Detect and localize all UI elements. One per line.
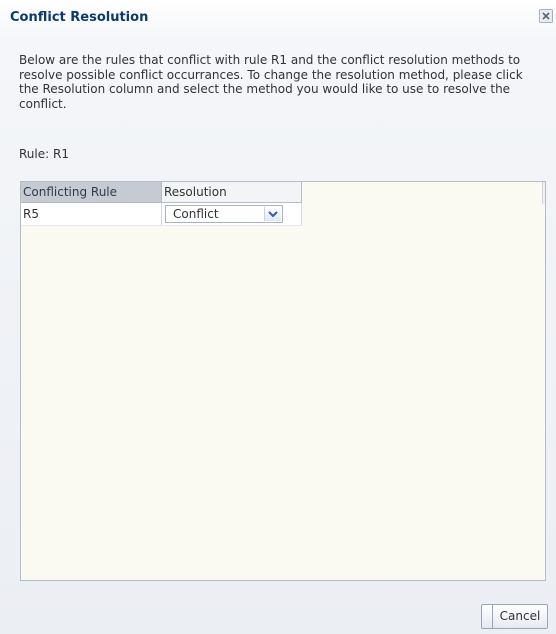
resolution-select[interactable]: Conflict <box>165 205 283 223</box>
dialog-description: Below are the rules that conflict with r… <box>19 53 523 111</box>
resolution-selected-value: Conflict <box>173 207 219 221</box>
vertical-scrollbar[interactable] <box>542 182 545 204</box>
column-header-resolution[interactable]: Resolution <box>161 182 302 203</box>
close-button[interactable] <box>539 8 553 23</box>
conflict-resolution-dialog: Conflict Resolution Below are the rules … <box>0 0 556 634</box>
chevron-down-icon <box>268 211 278 218</box>
column-header-conflicting-rule[interactable]: Conflicting Rule <box>21 182 162 203</box>
cancel-button[interactable]: Cancel <box>492 604 548 629</box>
table-header-row: Conflicting Rule Resolution <box>21 182 302 203</box>
dialog-title: Conflict Resolution <box>10 10 149 25</box>
table-row[interactable]: R5 Conflict <box>21 202 302 226</box>
conflicts-table-panel: Conflicting Rule Resolution R5 Conflict <box>20 181 546 581</box>
conflicts-table: Conflicting Rule Resolution R5 Conflict <box>21 182 302 226</box>
dropdown-arrow-button[interactable] <box>264 207 281 221</box>
rule-label: Rule: R1 <box>19 147 69 161</box>
close-icon <box>539 9 553 23</box>
conflicting-rule-cell: R5 <box>21 202 162 226</box>
resolution-cell[interactable]: Conflict <box>161 202 302 226</box>
